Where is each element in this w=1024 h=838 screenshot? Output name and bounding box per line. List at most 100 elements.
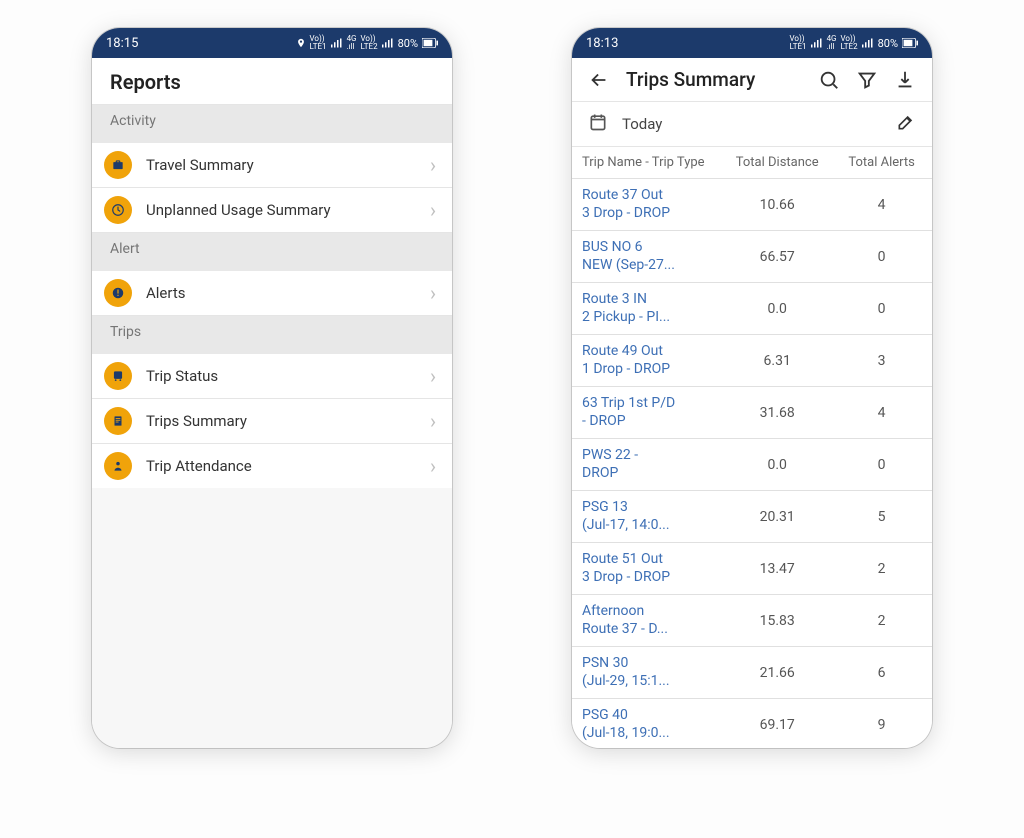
cell-trip-name[interactable]: PSN 30(Jul-29, 15:1...: [572, 647, 723, 698]
cell-trip-name[interactable]: BUS NO 6NEW (Sep-27...: [572, 231, 723, 282]
section-header-alert: Alert: [92, 233, 452, 271]
search-button[interactable]: [818, 69, 840, 91]
status-right: Vo))LTE1 4G.ıll Vo))LTE2 80%: [790, 35, 919, 51]
cell-distance: 0.0: [723, 293, 831, 325]
date-label: Today: [622, 115, 882, 133]
list-item-unplanned-usage[interactable]: Unplanned Usage Summary ›: [92, 188, 452, 233]
pencil-icon: [896, 112, 916, 132]
table-row[interactable]: Route 51 Out3 Drop - DROP13.472: [572, 543, 932, 595]
cell-trip-name[interactable]: PSG 13(Jul-17, 14:0...: [572, 491, 723, 542]
cell-alerts: 0: [831, 449, 932, 481]
cell-alerts: 2: [831, 605, 932, 637]
filter-icon: [856, 69, 878, 91]
signal2-icon: [862, 38, 874, 48]
table-row[interactable]: AfternoonRoute 37 - D...15.832: [572, 595, 932, 647]
table-row[interactable]: 63 Trip 1st P/D- DROP31.684: [572, 387, 932, 439]
list-item-trip-status[interactable]: Trip Status ›: [92, 354, 452, 399]
status-bar: 18:15 Vo))LTE1 4G.ıll Vo))LTE2 80%: [92, 28, 452, 58]
cell-distance: 10.66: [723, 189, 831, 221]
calendar-icon: [588, 112, 608, 136]
chevron-right-icon: ›: [430, 454, 436, 478]
download-icon: [894, 69, 916, 91]
list-label: Alerts: [146, 284, 416, 302]
cell-distance: 21.66: [723, 657, 831, 689]
status-battery-text: 80%: [398, 37, 418, 50]
table-row[interactable]: Route 49 Out1 Drop - DROP6.313: [572, 335, 932, 387]
search-icon: [818, 69, 840, 91]
list-item-trip-attendance[interactable]: Trip Attendance ›: [92, 444, 452, 488]
page-title-reports: Reports: [92, 58, 452, 105]
cell-trip-name[interactable]: PWS 22 -DROP: [572, 439, 723, 490]
cell-trip-name[interactable]: Route 49 Out1 Drop - DROP: [572, 335, 723, 386]
location-icon: [296, 38, 306, 48]
cell-alerts: 2: [831, 553, 932, 585]
status-right: Vo))LTE1 4G.ıll Vo))LTE2 80%: [296, 35, 439, 51]
cell-trip-name[interactable]: Route 51 Out3 Drop - DROP: [572, 543, 723, 594]
filter-button[interactable]: [856, 69, 878, 91]
table-row[interactable]: PWS 22 -DROP0.00: [572, 439, 932, 491]
cell-trip-name[interactable]: Route 3 IN2 Pickup - PI...: [572, 283, 723, 334]
chevron-right-icon: ›: [430, 409, 436, 433]
list-label: Trip Attendance: [146, 457, 416, 475]
table-row[interactable]: PSG 13(Jul-17, 14:0...20.315: [572, 491, 932, 543]
table-row[interactable]: Route 3 IN2 Pickup - PI...0.00: [572, 283, 932, 335]
reports-body[interactable]: Activity Travel Summary › Unplanned Usag…: [92, 105, 452, 748]
cell-alerts: 0: [831, 293, 932, 325]
table-row[interactable]: PSG 40(Jul-18, 19:0...69.179: [572, 699, 932, 748]
list-label: Trip Status: [146, 367, 416, 385]
chevron-right-icon: ›: [430, 153, 436, 177]
th-distance: Total Distance: [723, 147, 831, 178]
briefcase-icon: [104, 151, 132, 179]
table-body: Route 37 Out3 Drop - DROP10.664BUS NO 6N…: [572, 179, 932, 748]
arrow-left-icon: [588, 69, 610, 91]
date-filter-row[interactable]: Today: [572, 102, 932, 147]
status-bar: 18:13 Vo))LTE1 4G.ıll Vo))LTE2 80%: [572, 28, 932, 58]
status-battery-text: 80%: [878, 37, 898, 50]
table-row[interactable]: PSN 30(Jul-29, 15:1...21.666: [572, 647, 932, 699]
status-time: 18:13: [586, 36, 618, 51]
table-row[interactable]: Route 37 Out3 Drop - DROP10.664: [572, 179, 932, 231]
cell-distance: 15.83: [723, 605, 831, 637]
signal2-icon: [382, 38, 394, 48]
cell-alerts: 0: [831, 241, 932, 273]
cell-distance: 6.31: [723, 345, 831, 377]
phone-reports: 18:15 Vo))LTE1 4G.ıll Vo))LTE2 80% Repor…: [92, 28, 452, 748]
download-button[interactable]: [894, 69, 916, 91]
th-alerts: Total Alerts: [831, 147, 932, 178]
page-title-trips: Trips Summary: [626, 68, 802, 91]
section-header-trips: Trips: [92, 316, 452, 354]
battery-icon: [422, 38, 438, 48]
table-row[interactable]: BUS NO 6NEW (Sep-27...66.570: [572, 231, 932, 283]
table-header: Trip Name - Trip Type Total Distance Tot…: [572, 147, 932, 179]
list-item-trips-summary[interactable]: Trips Summary ›: [92, 399, 452, 444]
list-label: Trips Summary: [146, 412, 416, 430]
person-icon: [104, 452, 132, 480]
list-label: Travel Summary: [146, 156, 416, 174]
cell-alerts: 6: [831, 657, 932, 689]
cell-trip-name[interactable]: AfternoonRoute 37 - D...: [572, 595, 723, 646]
battery-icon: [902, 38, 918, 48]
list-item-travel-summary[interactable]: Travel Summary ›: [92, 143, 452, 188]
signal-icon: [811, 38, 823, 48]
chevron-right-icon: ›: [430, 198, 436, 222]
cell-alerts: 4: [831, 397, 932, 429]
cell-alerts: 9: [831, 709, 932, 741]
cell-trip-name[interactable]: PSG 40(Jul-18, 19:0...: [572, 699, 723, 748]
list-label: Unplanned Usage Summary: [146, 201, 416, 219]
cell-trip-name[interactable]: Route 37 Out3 Drop - DROP: [572, 179, 723, 230]
section-header-activity: Activity: [92, 105, 452, 143]
cell-alerts: 5: [831, 501, 932, 533]
back-button[interactable]: [588, 69, 610, 91]
cell-alerts: 4: [831, 189, 932, 221]
edit-date-button[interactable]: [896, 112, 916, 136]
cell-trip-name[interactable]: 63 Trip 1st P/D- DROP: [572, 387, 723, 438]
chevron-right-icon: ›: [430, 281, 436, 305]
bus-icon: [104, 362, 132, 390]
cell-distance: 13.47: [723, 553, 831, 585]
trips-table[interactable]: Trip Name - Trip Type Total Distance Tot…: [572, 147, 932, 748]
chevron-right-icon: ›: [430, 364, 436, 388]
app-bar-trips: Trips Summary: [572, 58, 932, 102]
list-item-alerts[interactable]: Alerts ›: [92, 271, 452, 316]
signal-icon: [331, 38, 343, 48]
warn-icon: [104, 279, 132, 307]
